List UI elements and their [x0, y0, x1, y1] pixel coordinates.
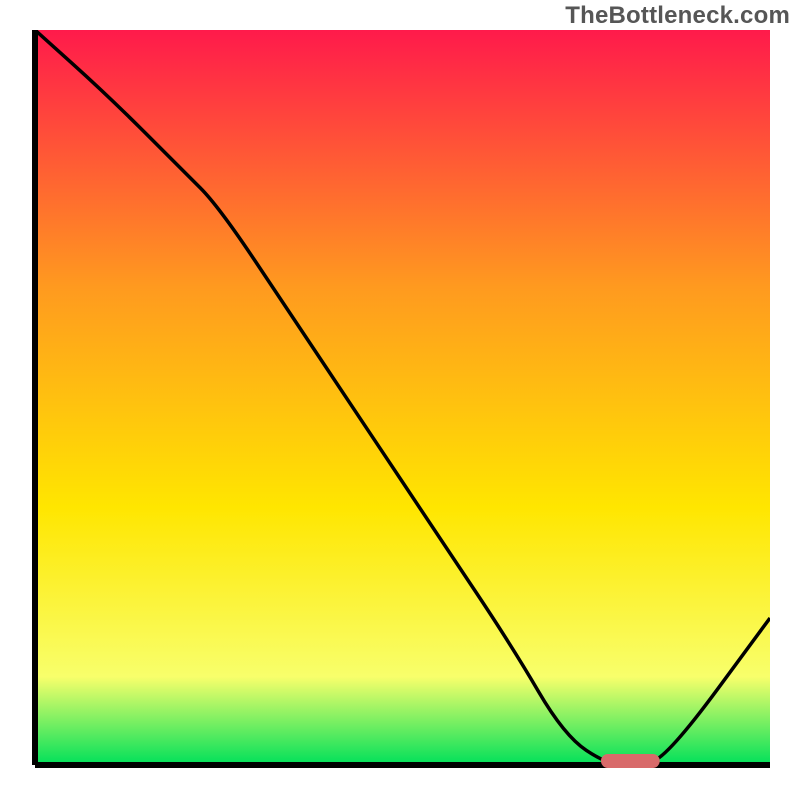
gradient-background: [35, 30, 770, 765]
chart-svg: [30, 30, 770, 770]
watermark-text: TheBottleneck.com: [565, 2, 790, 30]
chart-frame: TheBottleneck.com: [0, 0, 800, 800]
optimal-marker: [601, 754, 660, 768]
